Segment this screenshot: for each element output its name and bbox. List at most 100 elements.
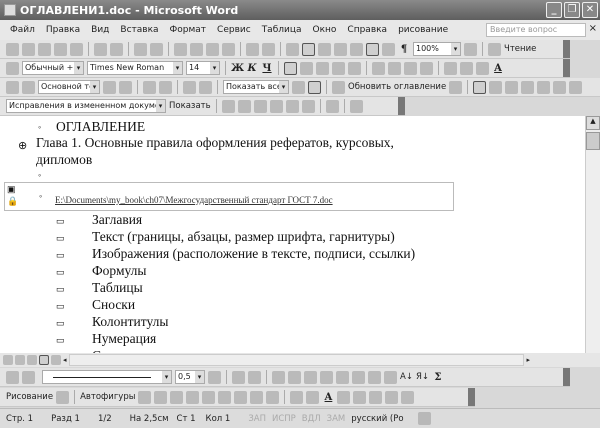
distribute-columns-icon[interactable] (352, 370, 365, 384)
decrease-indent-icon[interactable] (404, 61, 417, 75)
menu-tools[interactable]: Сервис (217, 25, 251, 35)
permission-icon[interactable] (54, 42, 67, 56)
align-center-icon[interactable] (300, 61, 313, 75)
arrow-style-icon[interactable] (369, 390, 383, 404)
eraser-icon[interactable] (22, 370, 35, 384)
line-weight-select[interactable]: 0,5 (175, 370, 205, 384)
paste-icon[interactable] (206, 42, 219, 56)
3d-icon[interactable] (401, 390, 415, 404)
status-rec[interactable]: ЗАП (248, 414, 266, 424)
sort-ascending-button[interactable]: А↓ (400, 372, 413, 382)
reading-layout-button[interactable]: Чтение (504, 44, 536, 54)
open-icon[interactable] (22, 42, 35, 56)
phonetic-guide-icon[interactable] (476, 61, 489, 75)
arrow-icon[interactable] (154, 390, 168, 404)
toolbar-options[interactable] (398, 97, 405, 115)
email-icon[interactable] (70, 42, 83, 56)
font-color-button[interactable]: A (492, 63, 504, 74)
menu-insert[interactable]: Вставка (120, 25, 158, 35)
autosum-button[interactable]: Σ (432, 372, 444, 383)
toolbar-options[interactable] (563, 368, 570, 386)
help-icon[interactable] (464, 42, 477, 56)
outline-level-select[interactable]: Основной текс (38, 80, 100, 94)
toolbar-options[interactable] (563, 40, 570, 58)
master-document-view-icon[interactable] (473, 80, 487, 94)
format-painter-icon[interactable] (222, 42, 235, 56)
scroll-thumb[interactable] (586, 132, 600, 150)
reject-change-icon[interactable] (269, 99, 283, 113)
line-color-icon[interactable] (306, 390, 320, 404)
autoshapes-button[interactable]: Автофигуры (80, 392, 135, 402)
expand-icon[interactable] (183, 80, 196, 94)
menu-edit[interactable]: Правка (46, 25, 80, 35)
borders-icon[interactable] (444, 61, 457, 75)
horizontal-scrollbar[interactable] (68, 354, 525, 366)
remove-subdocument-icon[interactable] (521, 80, 535, 94)
clip-art-icon[interactable] (250, 390, 264, 404)
update-toc-button[interactable]: Обновить оглавление (348, 82, 446, 92)
highlight-review-icon[interactable] (301, 99, 315, 113)
columns-icon[interactable] (350, 42, 363, 56)
redo-icon[interactable] (262, 42, 275, 56)
go-to-toc-icon[interactable] (449, 80, 463, 94)
research-icon[interactable] (150, 42, 163, 56)
expand-plus-icon[interactable]: ⊕ (18, 139, 27, 152)
promote-icon[interactable] (22, 80, 35, 94)
dash-style-icon[interactable] (353, 390, 367, 404)
style-select[interactable]: Обычный + 14 г (22, 61, 84, 75)
zoom-select[interactable]: 100% (413, 42, 461, 56)
outside-border-icon[interactable] (232, 370, 245, 384)
promote-to-heading-icon[interactable] (6, 80, 19, 94)
wordart-icon[interactable] (218, 390, 232, 404)
new-comment-icon[interactable] (285, 99, 299, 113)
next-change-icon[interactable] (237, 99, 251, 113)
move-up-icon[interactable] (143, 80, 156, 94)
line-style-icon[interactable] (337, 390, 351, 404)
merge-cells-icon[interactable] (288, 370, 301, 384)
show-markup-button[interactable]: Показать (169, 101, 211, 111)
scroll-left-icon[interactable]: ◂ (63, 356, 67, 364)
previous-change-icon[interactable] (221, 99, 235, 113)
print-preview-icon[interactable] (110, 42, 123, 56)
font-color-button[interactable]: A (322, 392, 334, 403)
first-line-only-icon[interactable] (292, 80, 305, 94)
toolbar-options[interactable] (563, 59, 570, 77)
insert-excel-icon[interactable] (334, 42, 347, 56)
line-spacing-icon[interactable] (348, 61, 361, 75)
highlight-icon[interactable] (460, 61, 473, 75)
shadow-icon[interactable] (385, 390, 399, 404)
normal-view-icon[interactable] (3, 355, 13, 365)
insert-subdocument-icon[interactable] (537, 80, 551, 94)
toolbar-options[interactable] (468, 388, 475, 406)
draw-table-icon[interactable] (6, 370, 19, 384)
minimize-button[interactable]: _ (546, 2, 562, 18)
text-direction-icon[interactable] (384, 370, 397, 384)
menu-help[interactable]: Справка (347, 25, 387, 35)
show-level-select[interactable]: Показать все (223, 80, 289, 94)
status-ovr[interactable]: ЗАМ (327, 414, 346, 424)
oval-icon[interactable] (186, 390, 200, 404)
align-cell-icon[interactable] (320, 370, 333, 384)
picture-icon[interactable] (266, 390, 280, 404)
status-trk[interactable]: ИСПР (272, 414, 296, 424)
document-area[interactable]: ◦ ОГЛАВЛЕНИЕ ⊕ Глава 1. Основные правила… (0, 116, 585, 353)
increase-indent-icon[interactable] (420, 61, 433, 75)
close-button[interactable]: ✕ (582, 2, 598, 18)
shading-color-icon[interactable] (248, 370, 261, 384)
split-cells-icon[interactable] (304, 370, 317, 384)
track-changes-icon[interactable] (325, 99, 339, 113)
document-map-icon[interactable] (382, 42, 395, 56)
demote-icon[interactable] (103, 80, 116, 94)
menu-file[interactable]: Файл (10, 25, 35, 35)
copy-icon[interactable] (190, 42, 203, 56)
maximize-button[interactable]: ❐ (564, 2, 580, 18)
drawing-icon[interactable] (366, 42, 379, 56)
fill-color-icon[interactable] (290, 390, 304, 404)
show-formatting-icon[interactable] (308, 80, 321, 94)
spelling-icon[interactable] (134, 42, 147, 56)
bold-button[interactable]: Ж (231, 63, 244, 74)
font-size-select[interactable]: 14 (186, 61, 220, 75)
print-layout-icon[interactable] (27, 355, 37, 365)
menu-window[interactable]: Окно (313, 25, 337, 35)
italic-button[interactable]: К (246, 63, 258, 74)
